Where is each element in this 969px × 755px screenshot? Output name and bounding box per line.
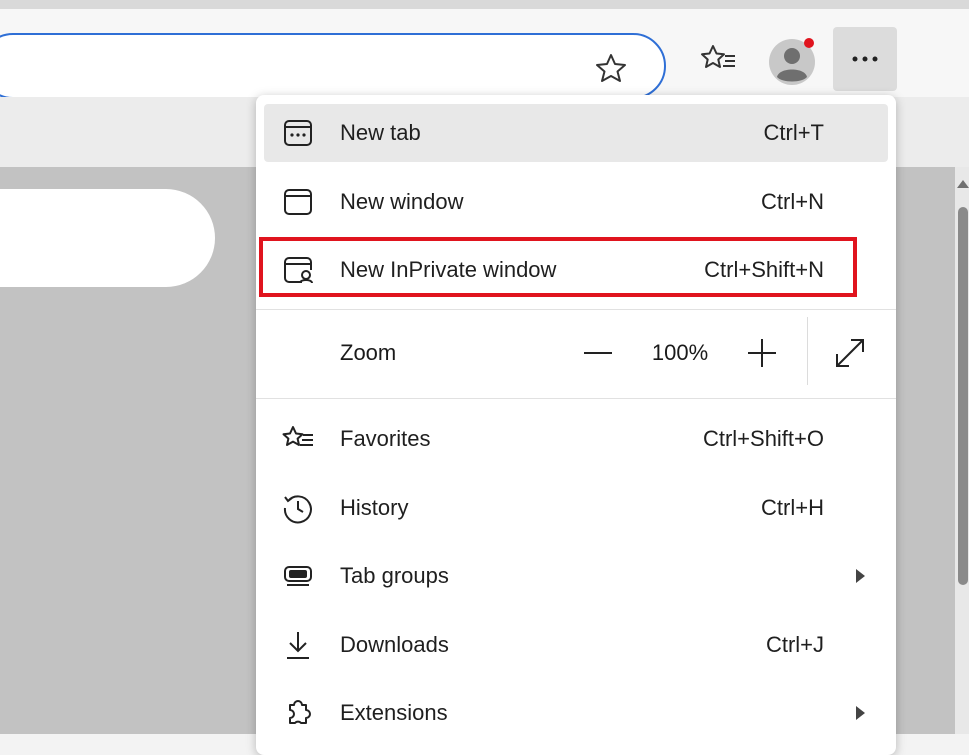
menu-item-label: Tab groups	[340, 563, 449, 588]
full-screen-button[interactable]	[830, 333, 870, 373]
plus-icon	[748, 339, 776, 367]
menu-item-shortcut: Ctrl+J	[765, 632, 824, 657]
chevron-right-icon	[856, 706, 865, 720]
menu-item-shortcut: Ctrl+Shift+O	[702, 426, 824, 451]
profile-button[interactable]	[760, 27, 822, 89]
favorites-button[interactable]	[686, 27, 748, 89]
more-dots-icon	[852, 56, 878, 62]
menu-item-downloads[interactable]: Downloads Ctrl+J	[256, 616, 896, 674]
new-window-icon	[284, 189, 312, 215]
annotation-highlight-box	[259, 237, 857, 297]
scroll-up-arrow-icon[interactable]	[957, 180, 969, 188]
menu-divider	[256, 309, 896, 310]
menu-item-shortcut: Ctrl+T	[763, 120, 825, 145]
menu-item-new-window[interactable]: New window Ctrl+N	[256, 173, 896, 231]
chevron-right-icon	[856, 569, 865, 583]
zoom-value: 100%	[651, 340, 709, 365]
zoom-separator	[807, 317, 808, 385]
new-tab-icon	[284, 120, 312, 146]
menu-item-label: Favorites	[340, 426, 431, 451]
full-screen-icon	[836, 339, 864, 367]
address-bar[interactable]	[0, 33, 666, 99]
menu-item-history[interactable]: History Ctrl+H	[256, 479, 896, 537]
zoom-label: Zoom	[340, 340, 397, 365]
menu-divider	[256, 398, 896, 399]
scrollbar-thumb[interactable]	[958, 207, 968, 585]
menu-item-shortcut: Ctrl+N	[761, 189, 824, 214]
extensions-icon	[289, 700, 311, 724]
menu-item-extensions[interactable]: Extensions	[256, 684, 896, 742]
favorites-list-icon	[701, 45, 735, 68]
tab-groups-icon	[284, 566, 312, 586]
menu-item-label: History	[340, 495, 409, 520]
history-icon	[283, 495, 312, 524]
search-box[interactable]	[0, 189, 215, 287]
download-icon	[287, 632, 309, 659]
menu-item-label: New tab	[340, 120, 421, 145]
settings-and-more-button[interactable]	[833, 27, 897, 91]
menu-item-label: New window	[340, 189, 464, 214]
menu-item-new-tab[interactable]: New tab Ctrl+T	[256, 104, 896, 162]
menu-item-favorites[interactable]: Favorites Ctrl+Shift+O	[256, 410, 896, 468]
menu-item-shortcut: Ctrl+H	[761, 495, 824, 520]
favorite-star-icon[interactable]	[594, 52, 628, 84]
browser-toolbar	[0, 9, 969, 99]
menu-item-label: Extensions	[340, 700, 448, 725]
window-top-edge	[0, 0, 969, 9]
minus-icon	[584, 352, 612, 354]
menu-item-label: Downloads	[340, 632, 449, 657]
favorites-icon	[282, 426, 313, 446]
avatar-icon	[769, 38, 815, 85]
menu-item-tab-groups[interactable]: Tab groups	[256, 547, 896, 605]
zoom-out-button[interactable]	[578, 333, 618, 373]
settings-menu: New tab Ctrl+T New window Ctrl+N New InP…	[256, 95, 896, 755]
notification-dot-icon	[804, 38, 814, 48]
zoom-in-button[interactable]	[742, 333, 782, 373]
